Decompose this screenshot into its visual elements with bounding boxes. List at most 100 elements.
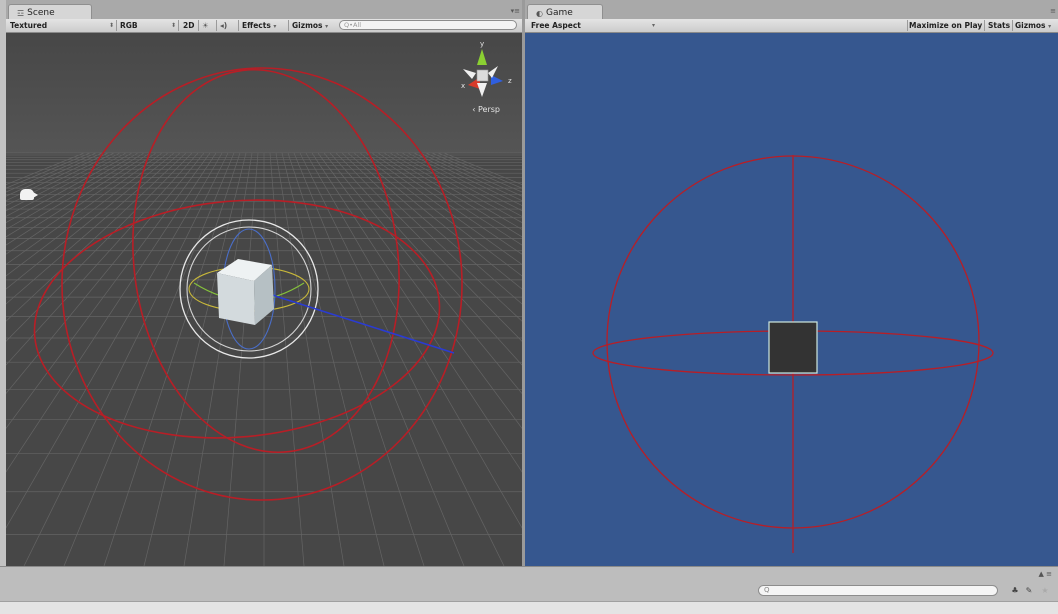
render-mode-dropdown[interactable]: RGB ⬍ (120, 19, 176, 32)
lock-icon[interactable]: ▲ ≡ (1039, 570, 1052, 578)
game-viewport[interactable] (525, 33, 1058, 566)
gizmo-x-label: x (461, 82, 465, 90)
grid-line (6, 152, 205, 395)
grid-line (6, 152, 223, 529)
draw-mode-label: Textured (10, 21, 48, 30)
grid-line (6, 152, 163, 265)
separator (288, 20, 289, 31)
aspect-label: Free Aspect (531, 21, 581, 30)
chevron-down-icon: ▾ (273, 23, 277, 30)
grid-line (395, 152, 522, 223)
grid-line (183, 152, 253, 566)
favorites-star-icon[interactable]: ★ (1040, 585, 1050, 596)
sky (6, 33, 522, 153)
grid-line (103, 152, 241, 566)
chevron-down-icon: ▾ (325, 23, 329, 30)
chevron-down-icon: ⬍ (108, 22, 114, 29)
game-icon: ◐ (536, 8, 543, 18)
tab-scene-label: Scene (27, 8, 55, 18)
toggle-2d-button[interactable]: 2D (183, 19, 194, 32)
tab-scene[interactable]: ☲ Scene (8, 4, 92, 19)
separator (116, 20, 117, 31)
ground-grid (6, 152, 522, 566)
scene-icon: ☲ (17, 8, 25, 18)
chevron-down-icon: ▾ (651, 22, 655, 29)
scene-pane-menu-icon[interactable]: ▾≡ (511, 7, 520, 15)
separator (198, 20, 199, 31)
grid-line (275, 152, 345, 566)
separator (178, 20, 179, 31)
cube-front (217, 273, 255, 325)
grid-line (287, 152, 425, 566)
scene-lighting-icon[interactable]: ☀ (202, 19, 209, 32)
scene-audio-icon[interactable]: ◂) (220, 19, 227, 32)
grid-line (329, 152, 522, 366)
stats-toggle[interactable]: Stats (988, 19, 1010, 32)
gizmos-label: Gizmos (292, 21, 323, 30)
grid-line (6, 152, 181, 305)
separator (216, 20, 217, 31)
grid-line (6, 152, 133, 223)
draw-mode-dropdown[interactable]: Textured ⬍ (10, 19, 114, 32)
grid-line (269, 152, 305, 566)
grid-line (365, 152, 522, 265)
filter-by-label-icon[interactable]: ✎ (1024, 585, 1034, 596)
tab-game[interactable]: ◐ Game (527, 4, 603, 19)
aspect-dropdown[interactable]: Free Aspect ▾ (531, 19, 655, 32)
game-gizmos-dropdown[interactable]: Gizmos ▾ (1015, 19, 1051, 32)
maximize-on-play-toggle[interactable]: Maximize on Play (909, 19, 982, 32)
bottom-footer (0, 601, 1058, 614)
effects-dropdown[interactable]: Effects ▾ (242, 19, 276, 32)
grid-line (293, 152, 465, 566)
grid-line (371, 152, 522, 255)
grid-line (389, 152, 522, 230)
tab-game-label: Game (545, 8, 573, 18)
grid-line (6, 152, 217, 473)
game-panel: ◐ Game ≡ Free Aspect ▾ Maximize on Play … (525, 0, 1058, 566)
grid-line (299, 152, 505, 566)
grid-line (6, 152, 199, 366)
grid-line (223, 152, 259, 566)
grid-line (311, 152, 522, 473)
z-axis-handle (271, 294, 455, 354)
game-pane-menu-icon[interactable]: ≡ (1050, 7, 1056, 15)
grid-line (63, 152, 235, 566)
perspective-toggle[interactable]: ‹ Persp (472, 105, 500, 114)
chevron-down-icon: ⬍ (170, 22, 176, 29)
scene-toolbar: Textured ⬍ RGB ⬍ 2D ☀ ◂) Effects ▾ Gizmo… (6, 19, 522, 33)
grid-line (6, 152, 151, 246)
separator (238, 20, 239, 31)
grid-line (443, 152, 522, 185)
grid-line (281, 152, 385, 566)
bottom-search-input[interactable]: Q (758, 585, 998, 596)
gizmo-center-cube (476, 69, 489, 82)
render-mode-label: RGB (120, 21, 138, 30)
grid-line (347, 152, 522, 305)
grid-line (6, 152, 157, 255)
grid-line (6, 152, 211, 429)
grid-line (6, 152, 127, 217)
scene-tabbar: ☲ Scene ▾≡ (6, 0, 522, 19)
separator (1012, 20, 1013, 31)
gizmos-dropdown[interactable]: Gizmos ▾ (292, 19, 328, 32)
light-icon (20, 189, 38, 200)
game-gizmos-label: Gizmos (1015, 21, 1046, 30)
game-cube (768, 321, 818, 374)
chevron-down-icon: ▾ (1048, 23, 1052, 30)
grid-line (6, 152, 91, 189)
scene-canvas: y x z (6, 33, 522, 566)
grid-line (23, 152, 229, 566)
gizmo-z-label: z (508, 77, 512, 85)
scene-search-input[interactable]: Q•All (339, 20, 517, 30)
bottom-panel: ▲ ≡ Q ♣ ✎ ★ (0, 566, 1058, 614)
grid-line (305, 152, 522, 529)
effects-label: Effects (242, 21, 271, 30)
game-toolbar: Free Aspect ▾ Maximize on Play Stats Giz… (525, 19, 1058, 33)
filter-by-type-icon[interactable]: ♣ (1010, 585, 1020, 596)
cube (217, 259, 274, 325)
game-canvas (592, 155, 994, 553)
scene-panel: ☲ Scene ▾≡ Textured ⬍ RGB ⬍ 2D ☀ ◂) Effe… (6, 0, 522, 566)
scene-viewport[interactable]: y x z ‹ Persp (6, 33, 522, 566)
gizmo-y-label: y (480, 40, 484, 48)
separator (907, 20, 908, 31)
